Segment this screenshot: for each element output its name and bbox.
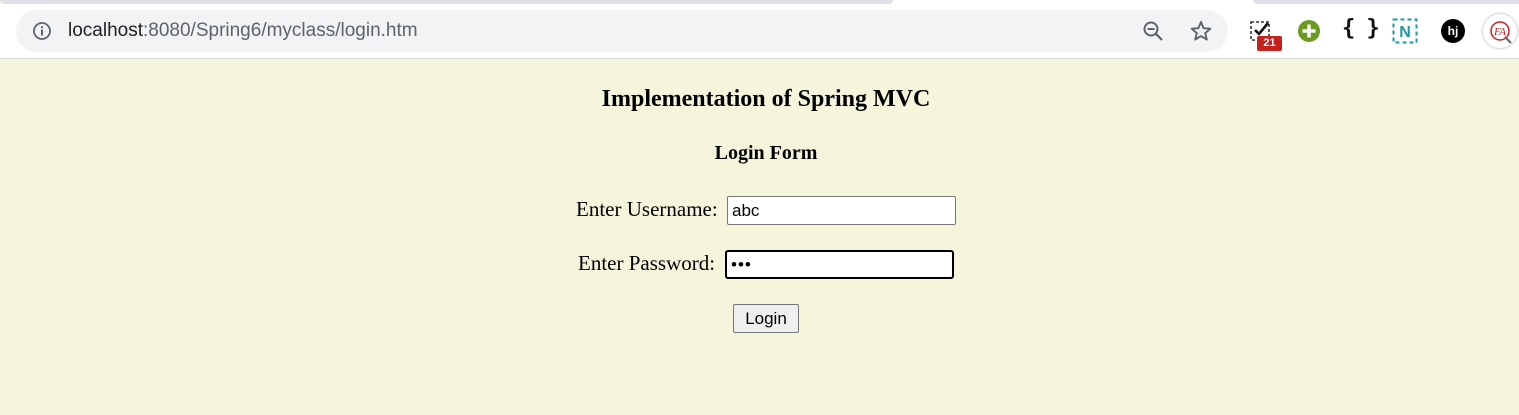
username-label: Enter Username: <box>576 197 718 221</box>
url-text[interactable]: localhost:8080/Spring6/myclass/login.htm <box>68 10 418 52</box>
n-extension-icon[interactable]: N <box>1392 18 1418 44</box>
zoom-out-icon[interactable] <box>1142 20 1164 42</box>
hotjar-extension-icon[interactable]: hj <box>1441 19 1465 43</box>
page-title: Implementation of Spring MVC <box>601 86 931 112</box>
form-title: Login Form <box>714 142 818 164</box>
password-input[interactable] <box>725 250 954 279</box>
page-content: Implementation of Spring MVC Login Form … <box>0 59 1519 415</box>
password-label: Enter Password: <box>578 251 716 275</box>
bookmark-star-icon[interactable] <box>1189 19 1213 43</box>
extension-badge: 21 <box>1257 36 1282 51</box>
json-braces-extension-icon[interactable]: { } <box>1342 15 1380 43</box>
n-extension-glyph: N <box>1399 24 1411 41</box>
fa-extension-icon[interactable]: FA <box>1483 14 1517 48</box>
username-input[interactable] <box>727 196 956 225</box>
address-bar[interactable]: localhost:8080/Spring6/myclass/login.htm <box>16 10 1228 52</box>
login-button[interactable]: Login <box>733 304 799 333</box>
url-host: localhost <box>68 20 143 41</box>
url-path: :8080/Spring6/myclass/login.htm <box>143 20 418 41</box>
info-icon[interactable] <box>32 21 52 41</box>
fa-extension-glyph: FA <box>1493 26 1506 38</box>
tab-strip <box>0 0 893 4</box>
browser-toolbar: localhost:8080/Spring6/myclass/login.htm… <box>0 0 1519 59</box>
tab-strip-right <box>1253 0 1519 4</box>
plus-extension-icon[interactable] <box>1297 19 1321 43</box>
